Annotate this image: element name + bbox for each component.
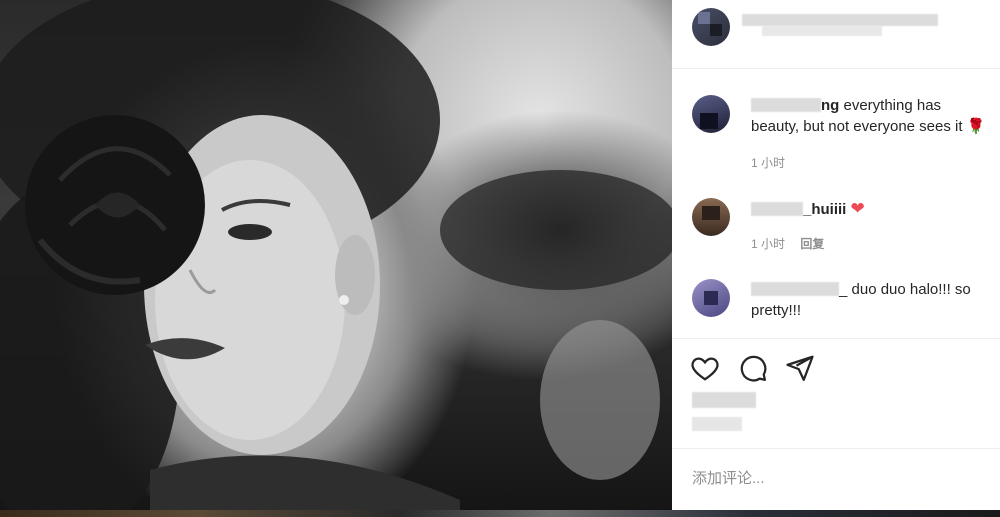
share-send-icon[interactable]	[785, 353, 815, 383]
comment-username[interactable]: ng	[821, 97, 839, 114]
comment-text: _ duo duo halo!!! so pretty!!!	[751, 279, 996, 321]
comment-body: duo duo halo!!! so	[847, 281, 971, 298]
comment-item: ng everything has beauty, but not everyo…	[692, 95, 992, 175]
post-date-redacted	[692, 417, 742, 431]
photo-art	[0, 0, 672, 510]
comment-text: _huiiii ❤	[751, 198, 996, 220]
author-username-redacted[interactable]	[742, 14, 938, 26]
comment-time[interactable]: 1 小时	[751, 156, 785, 170]
post-side-panel: ng everything has beauty, but not everyo…	[672, 0, 1000, 510]
comment-username[interactable]: _huiiii	[803, 201, 846, 218]
comment-list: ng everything has beauty, but not everyo…	[672, 69, 1000, 337]
post-actions	[672, 338, 1000, 449]
comment-body: everything has	[839, 97, 942, 114]
comment-item: _ duo duo halo!!! so pretty!!!	[692, 279, 992, 335]
like-heart-icon[interactable]	[690, 353, 720, 383]
avatar-pixel	[704, 291, 718, 305]
post-header	[672, 0, 1000, 69]
post-photo[interactable]	[0, 0, 672, 510]
comment-item: _huiiii ❤ 1 小时 回复	[692, 196, 992, 256]
heart-emoji: ❤	[850, 199, 865, 218]
author-avatar[interactable]	[692, 8, 730, 46]
comment-text: ng everything has beauty, but not everyo…	[751, 95, 996, 137]
commenter-avatar[interactable]	[692, 279, 730, 317]
reply-button[interactable]: 回复	[800, 237, 824, 251]
comment-meta: 1 小时	[751, 154, 785, 171]
comment-bubble-icon[interactable]	[738, 353, 768, 383]
likes-count-redacted[interactable]	[692, 392, 756, 408]
comment-time[interactable]: 1 小时	[751, 237, 785, 251]
commenter-avatar[interactable]	[692, 198, 730, 236]
avatar-pixel	[702, 206, 720, 220]
comment-body: beauty, but not everyone sees it	[751, 118, 967, 135]
commenter-avatar[interactable]	[692, 95, 730, 133]
author-username-redacted	[762, 26, 882, 36]
comment-body: pretty!!!	[751, 302, 802, 319]
avatar-pixel	[698, 12, 710, 24]
feed-strip	[0, 510, 1000, 517]
rose-emoji: 🌹	[966, 118, 986, 135]
avatar-pixel	[700, 113, 718, 129]
username-redacted[interactable]	[751, 282, 839, 296]
comment-meta: 1 小时 回复	[751, 235, 824, 252]
username-redacted[interactable]	[751, 98, 821, 112]
username-redacted[interactable]	[751, 202, 803, 216]
avatar-pixel	[710, 24, 722, 36]
add-comment-input[interactable]	[692, 470, 982, 487]
